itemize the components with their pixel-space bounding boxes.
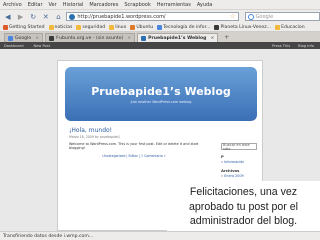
bookmarks-toolbar: Getting Started noticias seguridad linux Ubu… xyxy=(0,23,320,32)
bookmark-icon xyxy=(48,24,54,30)
reload-icon[interactable]: ↻ xyxy=(28,12,38,22)
bookmark-item[interactable]: Educacion xyxy=(275,24,305,30)
navigation-toolbar: ◀ ▶ ↻ ✕ ⌂ http://pruebapide1.wordpress.c… xyxy=(0,10,320,23)
wp-blog-info-link[interactable]: Blog Info xyxy=(298,44,314,48)
search-placeholder: Google xyxy=(255,13,274,20)
tab-bar: Google × f-ubuntu.org.ve - (sin asunto) × Pr… xyxy=(0,32,320,42)
bookmark-label: noticias xyxy=(54,24,73,30)
wp-dashboard-link[interactable]: Dashboard xyxy=(4,44,24,48)
url-text: http://pruebapide1.wordpress.com/ xyxy=(77,13,166,20)
wordpress-admin-bar: Dashboard New Post Press This Blog Info xyxy=(0,42,320,49)
url-bar[interactable]: http://pruebapide1.wordpress.com/ ☆ xyxy=(66,12,239,21)
post-meta-links[interactable]: Uncategorized | Editar | 1 Comentario » xyxy=(69,154,199,158)
bookmark-label: Educacion xyxy=(281,24,305,30)
bookmark-item[interactable]: seguridad xyxy=(76,24,106,30)
post-body: Welcome to WordPress.com. This is your f… xyxy=(69,142,199,150)
tab-favicon-icon xyxy=(8,35,13,41)
bookmark-icon xyxy=(130,24,136,30)
wp-new-post-link[interactable]: New Post xyxy=(34,44,51,48)
bookmark-item[interactable]: Tecnología de infor... xyxy=(157,24,211,30)
status-bar: Transfiriendo datos desde i.wmp.com... xyxy=(0,231,320,240)
tab-close-icon[interactable]: × xyxy=(35,36,39,41)
post-title[interactable]: ¡Hola, mundo! xyxy=(69,127,199,134)
bookmark-icon xyxy=(275,24,281,30)
bookmark-star-icon[interactable]: ☆ xyxy=(230,13,235,20)
blog-description: Just another WordPress.com weblog xyxy=(130,100,192,104)
tab-label: f-ubuntu.org.ve - (sin asunto) xyxy=(56,35,124,41)
tab-close-icon[interactable]: × xyxy=(127,36,131,41)
browser-tab[interactable]: f-ubuntu.org.ve - (sin asunto) × xyxy=(45,33,136,42)
status-text: Transfiriendo datos desde i.wmp.com... xyxy=(3,233,94,239)
bookmark-item[interactable]: Ubuntu xyxy=(130,24,154,30)
menu-item-archivo[interactable]: Archivo xyxy=(3,2,22,8)
menu-item-scrapbook[interactable]: Scrapbook xyxy=(124,2,150,8)
bookmark-item[interactable]: linux xyxy=(109,24,127,30)
stop-icon[interactable]: ✕ xyxy=(41,12,51,22)
blog-header[interactable]: Pruebapide1’s Weblog Just another WordPr… xyxy=(65,67,257,121)
menu-bar: Archivo Editar Ver Historial Marcadores Scrap… xyxy=(0,0,320,10)
new-tab-icon[interactable]: + xyxy=(224,34,229,41)
tab-close-icon[interactable]: × xyxy=(210,36,214,41)
menu-item-editar[interactable]: Editar xyxy=(28,2,43,8)
menu-item-ayuda[interactable]: Ayuda xyxy=(197,2,212,8)
sidebar-search-input[interactable]: Buscar en este sitio xyxy=(221,143,257,151)
blog-sidebar: Buscar en este sitio P » Información Arc… xyxy=(221,143,257,178)
bookmark-item[interactable]: Getting Started xyxy=(3,24,45,30)
tab-label: Google xyxy=(15,35,32,41)
bookmark-label: Planeta Linux-Venez... xyxy=(220,24,272,30)
sidebar-heading-archives: Archivos xyxy=(221,168,240,173)
post-date: Marzo 18, 2009 by pruebapide1 xyxy=(69,135,120,139)
bookmark-item[interactable]: noticias xyxy=(48,24,73,30)
bookmark-icon xyxy=(214,24,220,30)
tab-label: Pruebapide1’s Weblog xyxy=(148,35,207,41)
menu-item-marcadores[interactable]: Marcadores xyxy=(89,2,118,8)
bookmark-icon xyxy=(3,24,8,30)
search-input[interactable]: Google xyxy=(244,12,320,21)
home-icon[interactable]: ⌂ xyxy=(54,12,64,22)
sidebar-item-info[interactable]: » Información xyxy=(221,160,257,164)
browser-tab[interactable]: Pruebapide1’s Weblog × xyxy=(137,33,219,42)
back-icon[interactable]: ◀ xyxy=(3,12,13,22)
menu-item-herramientas[interactable]: Herramientas xyxy=(157,2,191,8)
tab-favicon-icon xyxy=(49,35,55,41)
bookmark-label: Tecnología de infor... xyxy=(163,24,211,30)
bookmark-label: linux xyxy=(115,24,127,30)
google-icon xyxy=(247,13,254,20)
bookmark-icon xyxy=(76,24,82,30)
bookmark-label: Getting Started xyxy=(9,24,45,30)
blog-title[interactable]: Pruebapide1’s Weblog xyxy=(65,85,257,98)
bookmark-item[interactable]: Planeta Linux-Venez... xyxy=(214,24,272,30)
sidebar-heading-pages: P xyxy=(221,154,224,159)
sidebar-item-archive[interactable]: » Enero 2009 xyxy=(221,174,257,178)
wp-press-this-link[interactable]: Press This xyxy=(272,44,290,48)
bookmark-icon xyxy=(109,24,115,30)
bookmark-icon xyxy=(157,24,163,30)
bookmark-label: Ubuntu xyxy=(136,24,154,30)
browser-tab[interactable]: Google × xyxy=(4,33,44,42)
site-favicon-icon xyxy=(69,13,76,20)
menu-item-ver[interactable]: Ver xyxy=(49,2,57,8)
tab-favicon-icon xyxy=(141,35,147,41)
bookmark-label: seguridad xyxy=(82,24,106,30)
menu-item-historial[interactable]: Historial xyxy=(63,2,84,8)
blog-post: ¡Hola, mundo! Marzo 18, 2009 by pruebapi… xyxy=(69,127,199,158)
forward-icon[interactable]: ▶ xyxy=(16,12,26,22)
